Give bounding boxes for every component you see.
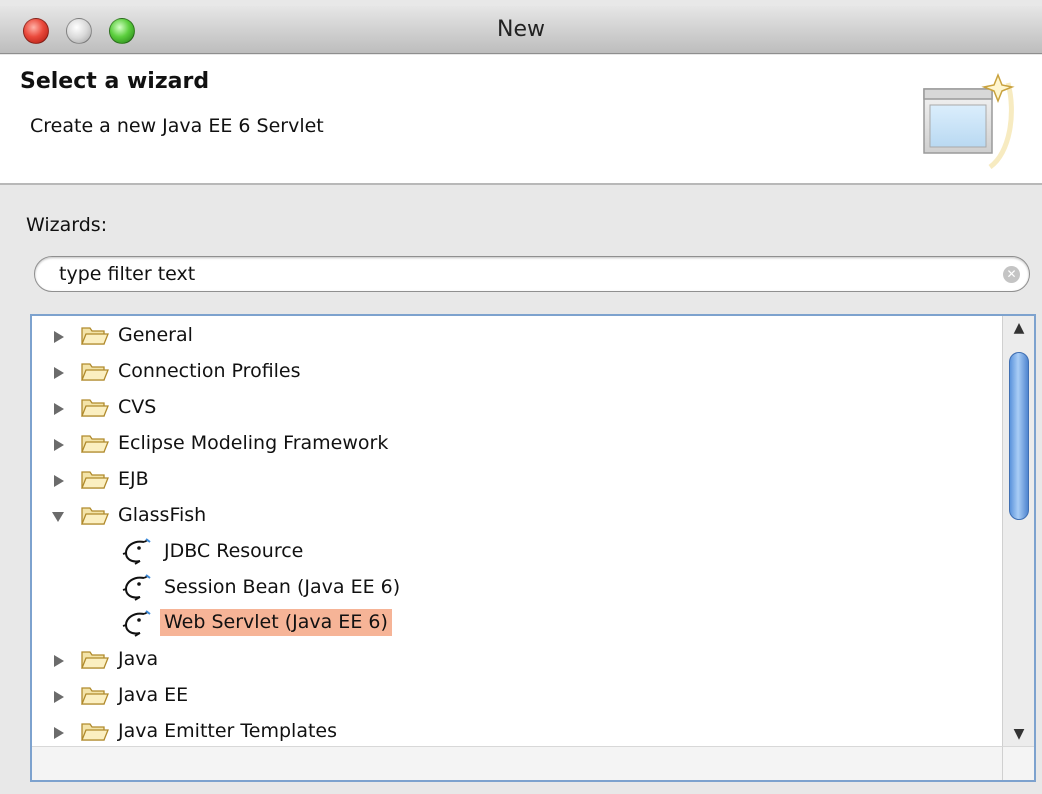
tree-item-label: Session Bean (Java EE 6) xyxy=(164,576,401,598)
wizards-label: Wizards: xyxy=(26,214,108,236)
folder-icon xyxy=(81,327,109,345)
tree-item-label-selected: Web Servlet (Java EE 6) xyxy=(160,609,392,636)
tree-item-ejb[interactable]: EJB xyxy=(32,462,1004,498)
page-description: Create a new Java EE 6 Servlet xyxy=(30,115,324,137)
expand-arrow-icon[interactable] xyxy=(52,402,66,416)
new-wizard-dialog: New Select a wizard Create a new Java EE… xyxy=(0,0,1042,794)
glassfish-icon xyxy=(122,538,151,565)
expand-arrow-icon[interactable] xyxy=(52,366,66,380)
tree-item-java-ee[interactable]: Java EE xyxy=(32,678,1004,714)
folder-icon xyxy=(81,687,109,705)
glassfish-icon xyxy=(122,574,151,601)
folder-icon xyxy=(81,435,109,453)
tree-item-web-servlet[interactable]: Web Servlet (Java EE 6) xyxy=(32,606,1004,642)
tree-rows: General Connection Profiles CVS Eclipse … xyxy=(32,316,1004,746)
tree-item-label: Java xyxy=(118,648,159,670)
tree-item-label: Java EE xyxy=(118,684,189,706)
folder-open-icon xyxy=(81,507,109,525)
folder-icon xyxy=(81,399,109,417)
scroll-up-icon[interactable]: ▲ xyxy=(1003,316,1035,340)
folder-icon xyxy=(81,723,109,741)
expand-arrow-icon[interactable] xyxy=(52,438,66,452)
vertical-scrollbar[interactable]: ▲ ▼ xyxy=(1002,316,1034,746)
tree-item-label: CVS xyxy=(118,396,157,418)
window-title: New xyxy=(497,17,545,42)
expand-arrow-icon[interactable] xyxy=(52,654,66,668)
tree-item-label: Connection Profiles xyxy=(118,360,301,382)
tree-item-label: Java Emitter Templates xyxy=(118,720,338,742)
page-title: Select a wizard xyxy=(20,69,210,94)
expand-arrow-icon[interactable] xyxy=(52,474,66,488)
tree-item-java[interactable]: Java xyxy=(32,642,1004,678)
title-bar[interactable]: New xyxy=(0,6,1042,54)
collapse-arrow-icon[interactable] xyxy=(51,510,65,524)
expand-arrow-icon[interactable] xyxy=(52,726,66,740)
tree-item-eclipse-modeling-framework[interactable]: Eclipse Modeling Framework xyxy=(32,426,1004,462)
wizard-tree: General Connection Profiles CVS Eclipse … xyxy=(30,314,1036,782)
glassfish-icon xyxy=(122,610,151,637)
filter-field[interactable]: ✕ xyxy=(34,256,1030,292)
tree-item-label: General xyxy=(118,324,193,346)
new-wizard-graphic-icon xyxy=(923,73,1015,169)
clear-icon[interactable]: ✕ xyxy=(1003,266,1020,283)
scroll-down-icon[interactable]: ▼ xyxy=(1003,722,1035,746)
tree-item-glassfish[interactable]: GlassFish xyxy=(32,498,1004,534)
tree-item-connection-profiles[interactable]: Connection Profiles xyxy=(32,354,1004,390)
folder-icon xyxy=(81,651,109,669)
tree-item-general[interactable]: General xyxy=(32,318,1004,354)
tree-item-session-bean[interactable]: Session Bean (Java EE 6) xyxy=(32,570,1004,606)
tree-item-label: Eclipse Modeling Framework xyxy=(118,432,389,454)
wizard-header: Select a wizard Create a new Java EE 6 S… xyxy=(0,55,1042,185)
tree-item-label: JDBC Resource xyxy=(164,540,304,562)
scroll-corner xyxy=(1002,746,1034,780)
expand-arrow-icon[interactable] xyxy=(52,330,66,344)
tree-item-label: GlassFish xyxy=(118,504,207,526)
folder-icon xyxy=(81,471,109,489)
tree-item-label: EJB xyxy=(118,468,149,490)
tree-item-java-emitter-templates[interactable]: Java Emitter Templates xyxy=(32,714,1004,746)
horizontal-scrollbar[interactable] xyxy=(32,746,1004,780)
expand-arrow-icon[interactable] xyxy=(52,690,66,704)
scroll-thumb[interactable] xyxy=(1009,352,1029,520)
folder-icon xyxy=(81,363,109,381)
tree-item-cvs[interactable]: CVS xyxy=(32,390,1004,426)
tree-item-jdbc-resource[interactable]: JDBC Resource xyxy=(32,534,1004,570)
filter-input[interactable] xyxy=(59,259,999,289)
